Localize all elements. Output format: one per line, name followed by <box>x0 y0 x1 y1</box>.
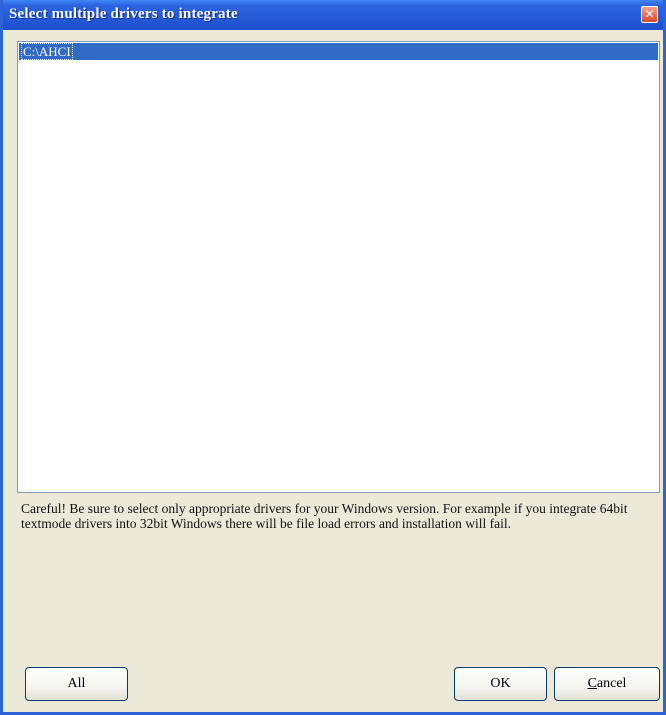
ok-button-label: OK <box>490 676 511 691</box>
cancel-mnemonic: C <box>587 676 597 691</box>
list-item-label: C:\AHCI <box>21 43 73 60</box>
cancel-button-label: ancel <box>596 676 627 691</box>
ok-button[interactable]: OK <box>454 667 547 701</box>
all-button-label: All <box>67 676 86 691</box>
cancel-button[interactable]: Cancel <box>554 667 660 701</box>
close-icon: ✕ <box>644 7 655 21</box>
list-item[interactable]: C:\AHCI <box>19 43 658 60</box>
close-button[interactable]: ✕ <box>641 6 658 23</box>
driver-listbox[interactable]: C:\AHCI <box>17 41 660 493</box>
title-bar[interactable]: Select multiple drivers to integrate ✕ <box>3 0 663 30</box>
warning-text: Careful! Be sure to select only appropri… <box>21 501 628 531</box>
window-title: Select multiple drivers to integrate <box>9 6 238 22</box>
all-button[interactable]: All <box>25 667 128 701</box>
dialog-window: Select multiple drivers to integrate ✕ C… <box>0 0 666 715</box>
